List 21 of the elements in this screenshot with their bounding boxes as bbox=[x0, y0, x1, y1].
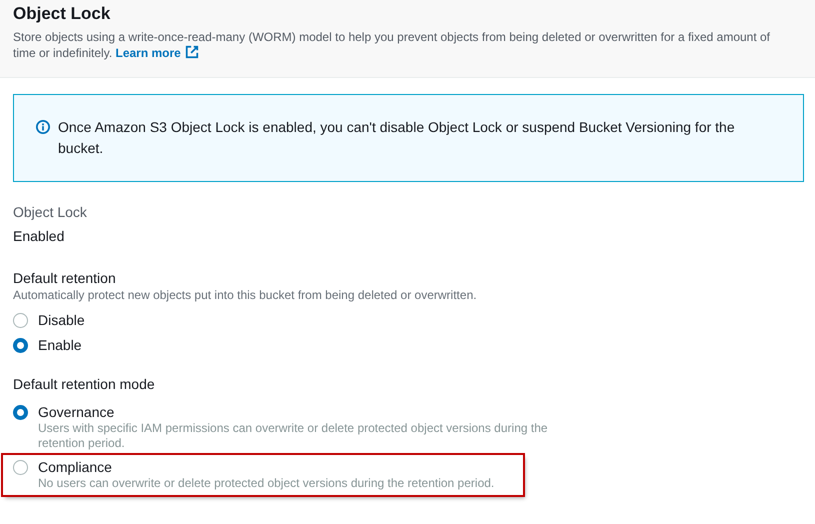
option-description: No users can overwrite or delete protected object versions during the retention period. bbox=[38, 476, 494, 491]
option-description: Users with specific IAM permissions can overwrite or delete protected object versions during the retention period. bbox=[38, 421, 549, 451]
radio-button[interactable] bbox=[13, 338, 28, 353]
field-value: Enabled bbox=[13, 228, 66, 244]
field-label: Object Lock bbox=[13, 204, 88, 220]
radio-button[interactable] bbox=[13, 313, 28, 328]
option-label: Governance bbox=[38, 404, 116, 421]
option-label: Enable bbox=[38, 337, 82, 354]
external-link-icon bbox=[184, 45, 199, 59]
option-label: Disable bbox=[38, 312, 85, 329]
section-title: Object Lock bbox=[13, 4, 112, 24]
field-label: Default retention bbox=[13, 270, 117, 286]
field-description: Automatically protect new objects put into this bucket from being deleted or overwritten. bbox=[13, 288, 478, 302]
learn-more-link[interactable]: Learn more bbox=[116, 46, 199, 60]
radio-button[interactable] bbox=[13, 460, 28, 475]
alert-message: Once Amazon S3 Object Lock is enabled, you can't disable Object Lock or suspend Bucket Versioning for the bucket. bbox=[58, 118, 736, 158]
option-label: Compliance bbox=[38, 459, 113, 476]
section-description: Store objects using a write-once-read-many (WORM) model to help you prevent objects from being deleted or overwritten for a fixed amount of time or indefinitely. Learn more bbox=[13, 29, 772, 61]
field-label: Default retention mode bbox=[13, 376, 156, 392]
radio-button[interactable] bbox=[13, 405, 28, 420]
info-icon bbox=[36, 120, 50, 134]
